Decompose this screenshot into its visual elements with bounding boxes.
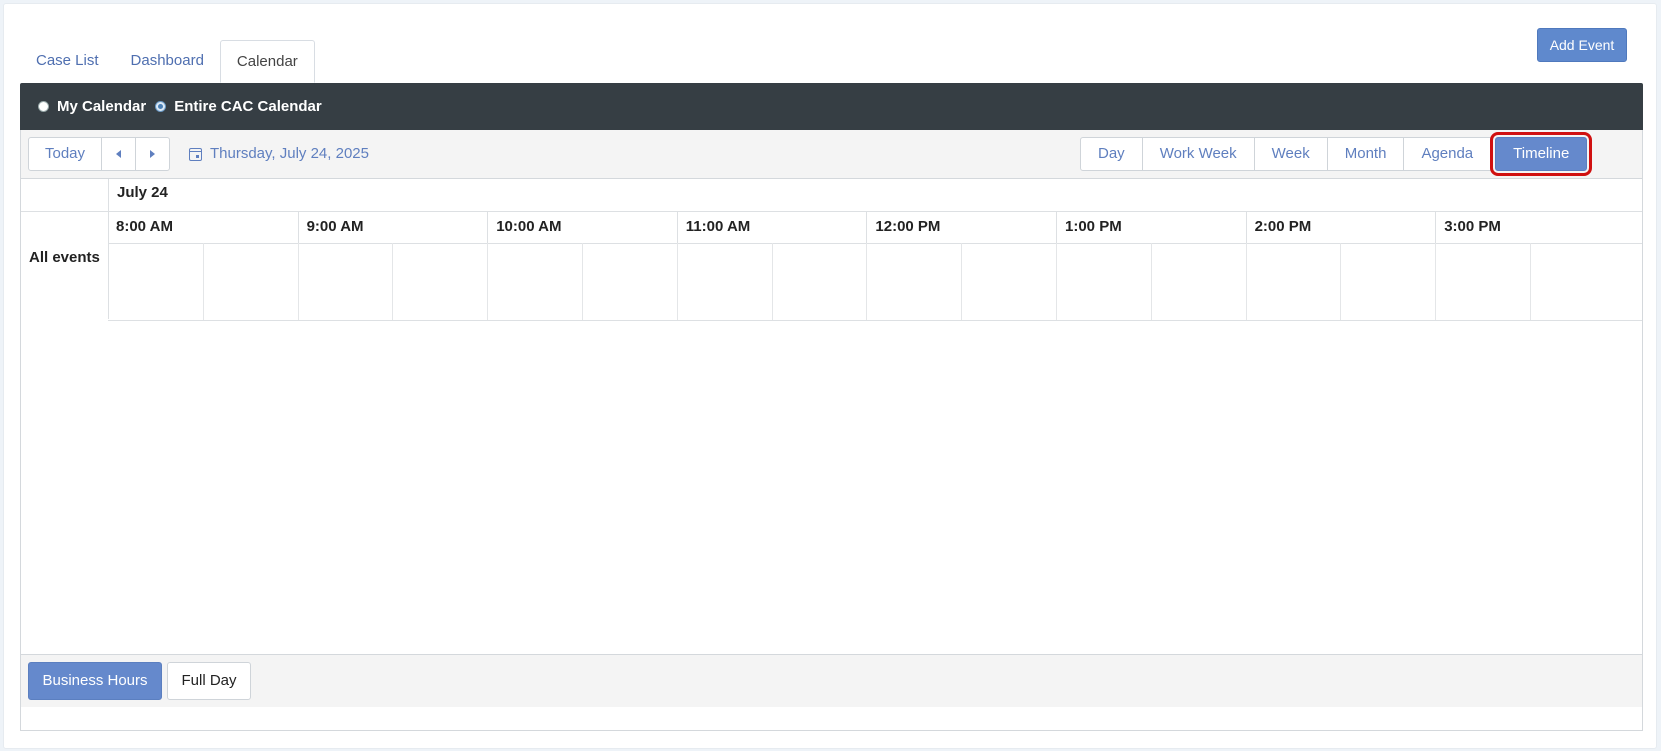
timeline-slot[interactable]: [1056, 243, 1152, 320]
timeline-slot[interactable]: [202, 243, 299, 320]
timeline-slot[interactable]: [1530, 243, 1626, 320]
time-header-label: 11:00 AM: [676, 211, 867, 243]
timeline-slot[interactable]: [392, 243, 488, 320]
tab-case-list[interactable]: Case List: [20, 40, 115, 82]
scheduler-footer: Business Hours Full Day: [21, 654, 1642, 707]
tab-dashboard[interactable]: Dashboard: [115, 40, 220, 82]
triangle-right-icon: [150, 150, 155, 159]
calendar-icon: [189, 147, 202, 161]
today-button[interactable]: Today: [28, 137, 102, 171]
entire-cac-calendar-radio[interactable]: [155, 101, 167, 112]
triangle-left-icon: [116, 150, 121, 159]
timeline-slot[interactable]: [1245, 243, 1342, 320]
view-week-button[interactable]: Week: [1253, 137, 1328, 171]
view-work-week-button[interactable]: Work Week: [1141, 137, 1255, 171]
time-header-label: 2:00 PM: [1245, 211, 1436, 243]
scheduler: Today Thursday, July 24, 2025 Day Work W…: [20, 130, 1643, 731]
timeline-slot[interactable]: [487, 243, 583, 320]
timeline-slot[interactable]: [297, 243, 394, 320]
previous-button[interactable]: [101, 137, 136, 171]
timeline-slot[interactable]: [771, 243, 868, 320]
view-timeline-button[interactable]: Timeline: [1490, 132, 1593, 176]
entire-cac-calendar-label: Entire CAC Calendar: [174, 98, 322, 115]
tab-bar: Case List Dashboard Calendar: [20, 40, 315, 83]
time-header-label: 3:00 PM: [1435, 211, 1625, 243]
view-month-button[interactable]: Month: [1326, 137, 1405, 171]
timeline-slot[interactable]: [1435, 243, 1531, 320]
tab-calendar[interactable]: Calendar: [219, 40, 315, 83]
my-calendar-label: My Calendar: [57, 98, 147, 115]
time-header-label: 12:00 PM: [866, 211, 1056, 243]
date-header-row: July 24: [21, 179, 1642, 212]
all-events-row[interactable]: [108, 243, 1642, 321]
current-date-label: Thursday, July 24, 2025: [210, 145, 369, 162]
calendar-scope-bar: My Calendar Entire CAC Calendar: [20, 83, 1643, 130]
timeline-slot[interactable]: [961, 243, 1057, 320]
timeline-grid: July 24 8:00 AM 9:00 AM 10:00 AM 11:00 AM 12…: [21, 179, 1642, 641]
my-calendar-option[interactable]: My Calendar: [38, 98, 146, 115]
time-header-label: 8:00 AM: [116, 218, 173, 235]
scheduler-toolbar: Today Thursday, July 24, 2025 Day Work W…: [21, 130, 1642, 179]
all-events-row-label: All events: [29, 249, 100, 266]
business-hours-button[interactable]: Business Hours: [28, 662, 162, 700]
timeline-slot[interactable]: [108, 243, 203, 320]
view-agenda-button[interactable]: Agenda: [1403, 137, 1492, 171]
my-calendar-radio[interactable]: [38, 101, 49, 112]
next-button[interactable]: [135, 137, 170, 171]
add-event-button[interactable]: Add Event: [1537, 28, 1627, 62]
full-day-button[interactable]: Full Day: [167, 662, 251, 700]
time-header-label: 9:00 AM: [297, 211, 488, 243]
time-header-label: 1:00 PM: [1056, 211, 1246, 243]
time-header-label: 10:00 AM: [487, 211, 677, 243]
view-switcher: Day Work Week Week Month Agenda Timeline: [1080, 132, 1593, 176]
time-header-row: 8:00 AM 9:00 AM 10:00 AM 11:00 AM 12:00 PM 1:…: [108, 211, 1642, 244]
timeline-slot[interactable]: [676, 243, 773, 320]
timeline-slot[interactable]: [866, 243, 962, 320]
timeline-slot[interactable]: [1340, 243, 1436, 320]
current-date-picker[interactable]: Thursday, July 24, 2025: [189, 137, 369, 171]
view-day-button[interactable]: Day: [1080, 137, 1143, 171]
date-header: July 24: [117, 184, 168, 201]
timeline-slot[interactable]: [582, 243, 678, 320]
entire-cac-calendar-option[interactable]: Entire CAC Calendar: [155, 98, 322, 115]
timeline-slot[interactable]: [1150, 243, 1247, 320]
